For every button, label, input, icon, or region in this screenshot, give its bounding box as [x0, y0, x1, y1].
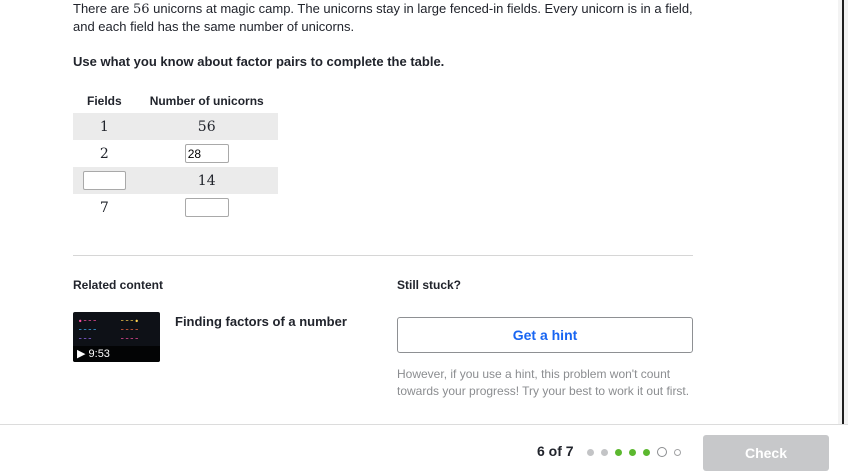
- header-unicorns: Number of unicorns: [149, 94, 264, 108]
- footer-divider: [0, 424, 848, 425]
- progress-dots: [587, 447, 688, 457]
- cell-fields: 7: [99, 199, 109, 216]
- video-duration: ▶ 9:53: [73, 346, 160, 362]
- cell-unicorns: 14: [135, 167, 278, 194]
- cell-fields: [73, 167, 136, 194]
- hint-warning: However, if you use a hint, this problem…: [397, 367, 690, 398]
- problem-text: There are 56 unicorns at magic camp. The…: [73, 1, 693, 34]
- header-fields: Fields: [87, 94, 122, 108]
- factor-table: Fields Number of unicorns 1 56 2 14 7: [73, 89, 278, 221]
- progress-dot-correct: [615, 448, 622, 456]
- table-row: 1 56: [73, 113, 278, 140]
- instruction: Use what you know about factor pairs to …: [73, 54, 445, 69]
- section-divider: [73, 255, 693, 256]
- unicorns-input-row-4[interactable]: [184, 198, 229, 217]
- cell-unicorns: [136, 140, 278, 167]
- table-header-row: Fields Number of unicorns: [73, 89, 278, 113]
- cell-unicorns: 56: [135, 113, 278, 140]
- fields-input-row-3[interactable]: [82, 171, 126, 190]
- problem-statement: There are 56 unicorns at magic camp. The…: [73, 0, 693, 70]
- still-stuck-label: Still stuck?: [397, 278, 462, 292]
- cell-fields: 1: [73, 113, 136, 140]
- table-row: 2: [73, 140, 278, 167]
- video-title-link[interactable]: Finding factors of a number: [175, 314, 347, 329]
- progress-dot-empty: [674, 448, 681, 456]
- progress-dot-current: [657, 447, 667, 457]
- unicorns-input-row-2[interactable]: [184, 144, 229, 163]
- progress-dot-correct: [643, 448, 650, 456]
- progress-dot-correct: [629, 448, 636, 456]
- video-thumbnail[interactable]: ● ━ ━ ━ ━ ━ ━ ● ━ ━ ━ ━ ━ ━ ━ ━ ━ ━ ━ ━ …: [73, 312, 160, 362]
- get-hint-button[interactable]: Get a hint: [397, 317, 693, 353]
- table-row: 14: [73, 167, 278, 194]
- cell-fields: 2: [99, 145, 109, 162]
- progress-dot: [587, 448, 594, 456]
- check-button[interactable]: Check: [703, 435, 829, 471]
- related-content-label: Related content: [73, 278, 164, 292]
- progress-count: 6 of 7: [537, 443, 574, 459]
- unicorn-count: 56: [132, 2, 150, 17]
- progress-dot: [601, 448, 608, 456]
- scrollbar[interactable]: [838, 0, 848, 424]
- table-row: 7: [73, 194, 278, 221]
- cell-unicorns: [136, 194, 278, 221]
